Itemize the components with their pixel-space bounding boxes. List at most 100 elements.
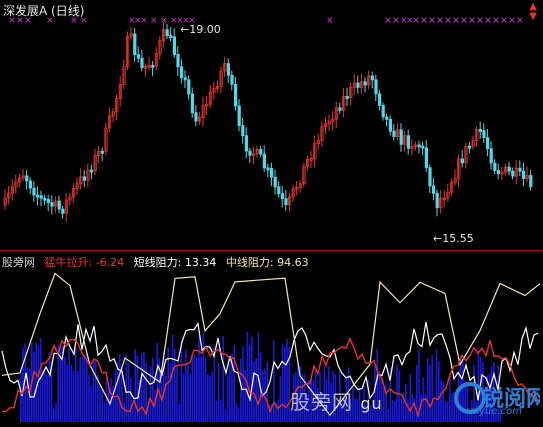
histogram-bar bbox=[141, 353, 143, 422]
price-chart[interactable]: × × × × × × ××× × × ×××× × × × ××× × × × × × × × × × × × × × bbox=[0, 0, 543, 250]
histogram-bar bbox=[198, 336, 200, 422]
signal-marker: × bbox=[140, 16, 148, 26]
histogram-bar bbox=[248, 344, 251, 422]
histogram-bar bbox=[233, 345, 235, 422]
histogram-bar bbox=[123, 402, 125, 422]
candle-body bbox=[424, 147, 429, 169]
candle-body bbox=[25, 175, 29, 182]
histogram-bar bbox=[132, 407, 134, 422]
histogram-bar bbox=[440, 379, 442, 422]
histogram-bar bbox=[156, 342, 158, 422]
histogram-bar bbox=[204, 358, 207, 422]
candle-body bbox=[151, 64, 155, 68]
histogram-bar bbox=[398, 370, 400, 422]
indicator-item-0: 猛牛拉升: -6.24 bbox=[45, 256, 125, 269]
histogram-bar bbox=[39, 338, 42, 422]
candle-body bbox=[169, 35, 173, 39]
histogram-bar bbox=[72, 370, 75, 422]
candle-body bbox=[61, 208, 65, 214]
indicator-item-1: 短线阻力: 13.34 bbox=[134, 256, 217, 269]
histogram-bar bbox=[409, 373, 411, 422]
histogram-bar bbox=[119, 354, 121, 422]
candle-body bbox=[259, 149, 263, 155]
histogram-bar bbox=[88, 374, 90, 422]
candle-body bbox=[43, 197, 47, 201]
histogram-bar bbox=[429, 364, 431, 422]
candle-body bbox=[399, 129, 403, 145]
histogram-bar bbox=[222, 335, 224, 422]
histogram-bar bbox=[103, 402, 106, 422]
histogram-bar bbox=[193, 354, 196, 422]
candle-body bbox=[36, 194, 40, 198]
histogram-bar bbox=[64, 356, 66, 422]
indicator-item-1-label: 短线阻力: bbox=[133, 256, 182, 269]
histogram-bar bbox=[213, 347, 216, 422]
histogram-bar bbox=[400, 398, 403, 422]
low-price-label: ←15.55 bbox=[433, 232, 474, 245]
histogram-bar bbox=[81, 356, 84, 422]
histogram-bar bbox=[35, 342, 37, 422]
histogram-bar bbox=[44, 367, 46, 422]
candle-body bbox=[489, 148, 493, 164]
candle-body bbox=[467, 145, 472, 149]
signal-marker: × bbox=[460, 16, 468, 26]
candle-body bbox=[406, 135, 411, 149]
candle-body bbox=[377, 93, 382, 106]
histogram-bar bbox=[229, 355, 231, 422]
histogram-bar bbox=[279, 376, 282, 422]
histogram-bar bbox=[394, 401, 396, 422]
candle-body bbox=[392, 130, 396, 138]
histogram-bar bbox=[48, 352, 51, 422]
histogram-bar bbox=[202, 332, 205, 422]
histogram-bar bbox=[237, 407, 240, 422]
histogram-bar bbox=[70, 364, 73, 422]
histogram-bar bbox=[57, 345, 59, 422]
candle-body bbox=[244, 135, 248, 152]
histogram-bar bbox=[46, 374, 48, 422]
candle-body bbox=[230, 74, 234, 85]
histogram-bar bbox=[235, 402, 238, 422]
up-down-arrows-icon[interactable]: ▲ ▼ bbox=[529, 2, 537, 22]
histogram-bar bbox=[211, 371, 213, 422]
candle-body bbox=[32, 187, 36, 196]
indicator-name: 股旁网 bbox=[2, 256, 35, 269]
candle-body bbox=[39, 195, 43, 199]
candle-body bbox=[356, 82, 360, 88]
histogram-bar bbox=[246, 332, 249, 422]
candle-body bbox=[345, 96, 349, 99]
histogram-bar bbox=[224, 409, 227, 422]
histogram-bar bbox=[55, 403, 57, 422]
histogram-bar bbox=[242, 346, 244, 422]
indicator-title: 股旁网 猛牛拉升: -6.24 短线阻力: 13.34 中线阻力: 94.63 bbox=[2, 254, 315, 270]
watermark-text: 股旁网 gu bbox=[290, 386, 383, 415]
candle-body bbox=[176, 54, 180, 68]
indicator-item-0-label: 猛牛拉升: bbox=[44, 256, 93, 269]
histogram-bar bbox=[383, 386, 385, 422]
candle-body bbox=[431, 185, 436, 194]
histogram-bar bbox=[207, 374, 209, 422]
histogram-bar bbox=[427, 358, 429, 422]
candle-body bbox=[241, 125, 245, 137]
indicator-item-1-value: 13.34 bbox=[184, 256, 217, 269]
histogram-bar bbox=[180, 341, 183, 422]
signal-marker: × bbox=[444, 16, 452, 26]
candle-body bbox=[338, 107, 342, 111]
signal-marker: × bbox=[436, 16, 444, 26]
candle-body bbox=[187, 79, 191, 95]
candle-body bbox=[507, 166, 511, 172]
histogram-bar bbox=[165, 375, 167, 422]
signal-marker: × bbox=[326, 16, 334, 26]
candle-body bbox=[388, 118, 393, 132]
histogram-bar bbox=[251, 336, 253, 422]
candle-body bbox=[262, 153, 267, 169]
histogram-bar bbox=[176, 366, 178, 422]
signal-marker: × bbox=[412, 16, 420, 26]
histogram-bar bbox=[83, 354, 86, 422]
histogram-bar bbox=[178, 403, 180, 422]
signal-marker: × bbox=[384, 16, 392, 26]
histogram-bar bbox=[196, 357, 198, 422]
candle-body bbox=[172, 36, 176, 55]
watermark-domain: gu bbox=[360, 394, 383, 413]
histogram-bar bbox=[281, 344, 284, 422]
candle-body bbox=[529, 175, 533, 188]
